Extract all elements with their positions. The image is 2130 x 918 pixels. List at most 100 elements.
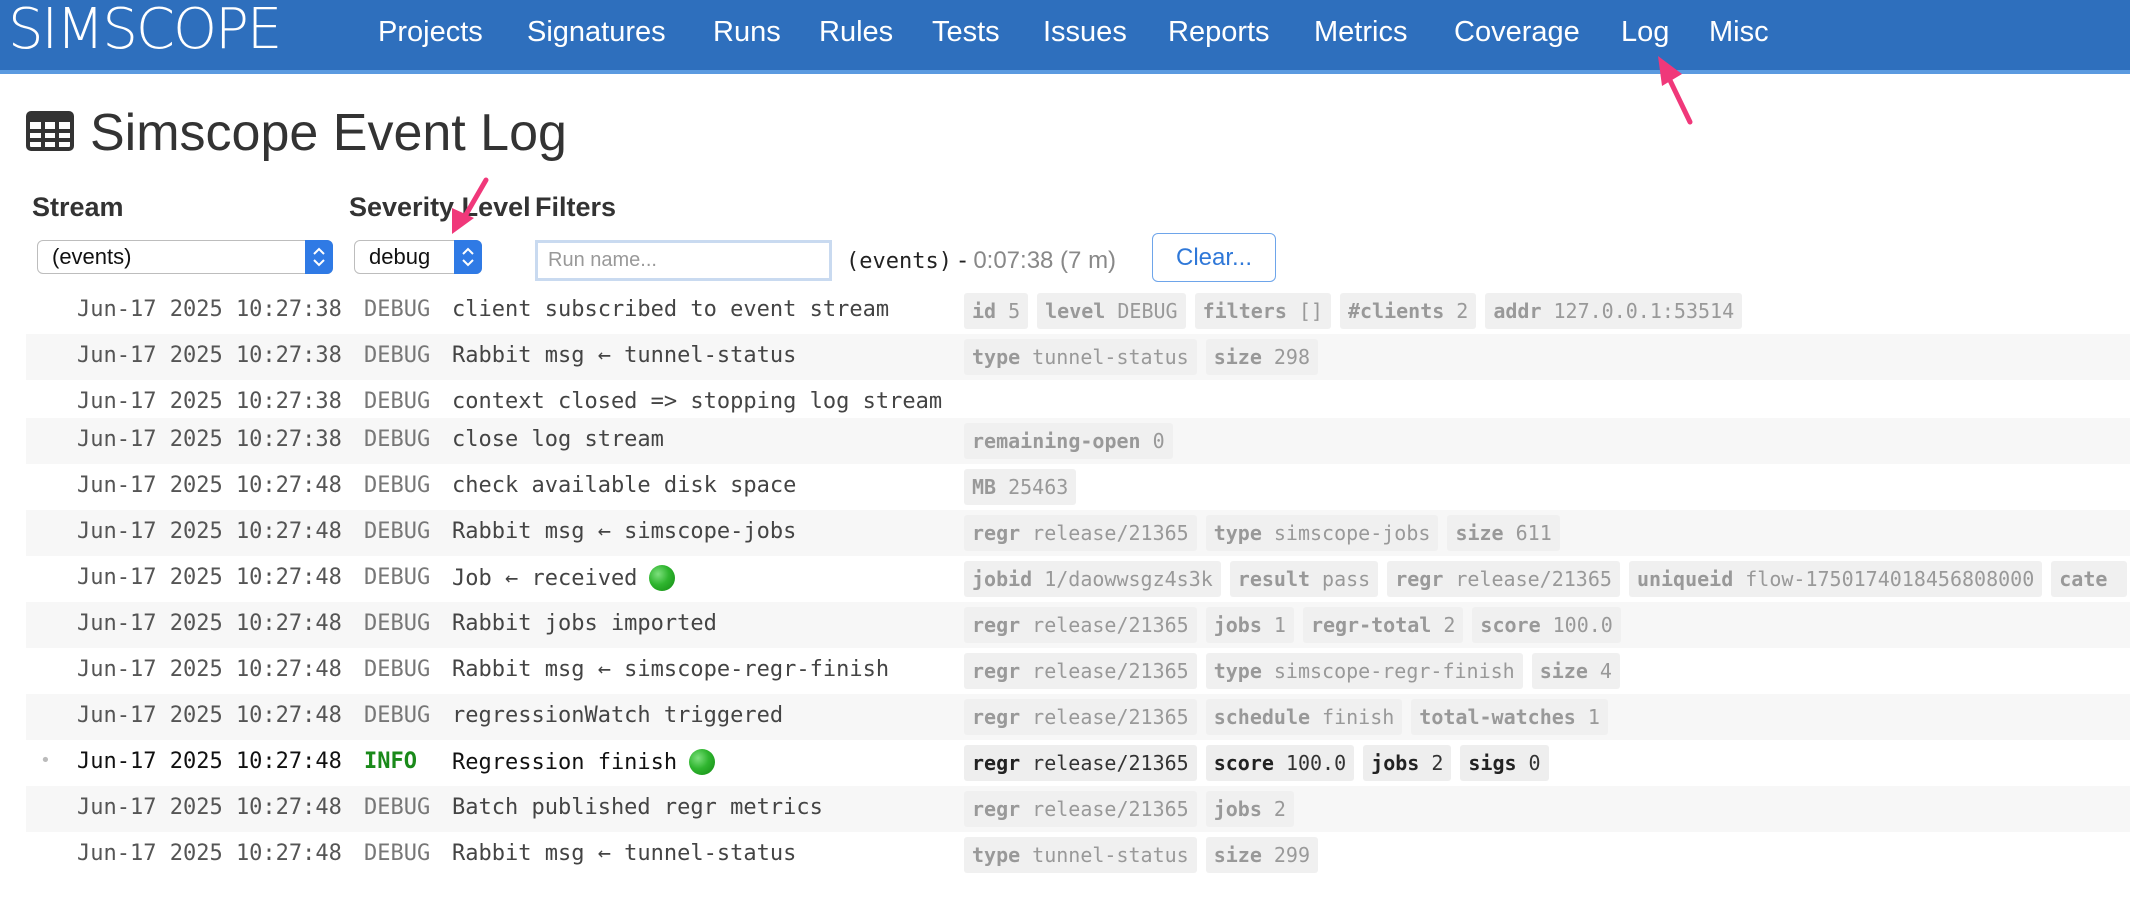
tag-value: 2 bbox=[1443, 613, 1456, 637]
log-message-text: Rabbit msg ← tunnel-status bbox=[452, 343, 797, 368]
log-row: Jun-17 2025 10:27:48 DEBUG regressionWatch… bbox=[26, 694, 2130, 740]
log-level: DEBUG bbox=[364, 473, 431, 498]
log-tag: regr release/21365 bbox=[964, 745, 1197, 781]
tag-value: simscope-regr-finish bbox=[1273, 659, 1515, 683]
nav-item-reports[interactable]: Reports bbox=[1168, 12, 1270, 52]
stream-select-value: (events) bbox=[52, 244, 132, 269]
tag-value: release/21365 bbox=[1032, 751, 1189, 775]
log-tags: regr release/21365 type simscope-regr-finis… bbox=[964, 653, 1629, 689]
tag-key: type bbox=[1213, 659, 1262, 683]
nav-item-signatures[interactable]: Signatures bbox=[527, 12, 666, 52]
log-tag: regr release/21365 bbox=[964, 699, 1197, 735]
log-message: Rabbit msg ← simscope-regr-finish bbox=[452, 657, 889, 682]
log-tags: remaining-open 0 bbox=[964, 423, 1182, 459]
nav-item-projects[interactable]: Projects bbox=[378, 12, 483, 52]
log-level: DEBUG bbox=[364, 565, 431, 590]
nav-item-runs[interactable]: Runs bbox=[713, 12, 781, 52]
log-message-text: client subscribed to event stream bbox=[452, 297, 890, 322]
log-message: Regression finish bbox=[452, 749, 716, 775]
tag-key: cate bbox=[2059, 567, 2108, 591]
clear-button[interactable]: Clear... bbox=[1152, 233, 1276, 282]
tag-key: size bbox=[1213, 843, 1262, 867]
log-tag: type simscope-regr-finish bbox=[1205, 653, 1523, 689]
nav-item-metrics[interactable]: Metrics bbox=[1314, 12, 1407, 52]
log-level: DEBUG bbox=[364, 389, 431, 414]
log-level: DEBUG bbox=[364, 841, 431, 866]
tag-value: flow-1750174018456808000 bbox=[1745, 567, 2035, 591]
tag-value: 100.0 bbox=[1285, 751, 1347, 775]
log-tags: regr release/21365 jobs 2 bbox=[964, 791, 1303, 827]
log-tags: id 5 level DEBUG filters [] #clients 2 addr 127.0… bbox=[964, 293, 1751, 329]
nav-item-rules[interactable]: Rules bbox=[819, 12, 893, 52]
stream-label: Stream bbox=[32, 192, 124, 222]
tag-value: release/21365 bbox=[1032, 521, 1189, 545]
log-timestamp: Jun-17 2025 10:27:48 bbox=[77, 795, 342, 820]
log-message: context closed => stopping log stream bbox=[452, 389, 942, 414]
log-message: Rabbit msg ← simscope-jobs bbox=[452, 519, 796, 544]
log-timestamp: Jun-17 2025 10:27:48 bbox=[77, 565, 342, 590]
log-row: Jun-17 2025 10:27:48 DEBUG check available… bbox=[26, 464, 2130, 510]
log-timestamp: Jun-17 2025 10:27:48 bbox=[77, 703, 342, 728]
log-tag: cate bbox=[2051, 561, 2128, 597]
log-level: DEBUG bbox=[364, 703, 431, 728]
tag-value: simscope-jobs bbox=[1273, 521, 1431, 545]
log-row: Jun-17 2025 10:27:48 DEBUG Batch published… bbox=[26, 786, 2130, 832]
stream-select[interactable]: (events) bbox=[37, 240, 333, 274]
log-timestamp: Jun-17 2025 10:27:48 bbox=[77, 611, 342, 636]
log-timestamp: Jun-17 2025 10:27:48 bbox=[77, 473, 342, 498]
log-message-text: regressionWatch triggered bbox=[452, 703, 784, 728]
tag-key: total-watches bbox=[1419, 705, 1576, 729]
tag-value: tunnel-status bbox=[1032, 345, 1189, 369]
select-chevrons-icon bbox=[305, 240, 333, 274]
log-tag: #clients 2 bbox=[1339, 293, 1477, 329]
log-timestamp: Jun-17 2025 10:27:38 bbox=[77, 427, 342, 452]
nav-item-log[interactable]: Log bbox=[1621, 12, 1669, 52]
tag-value: pass bbox=[1322, 567, 1371, 591]
run-name-input[interactable] bbox=[535, 240, 832, 281]
nav-item-misc[interactable]: Misc bbox=[1709, 12, 1769, 52]
log-tag: regr release/21365 bbox=[964, 653, 1197, 689]
page-title: Simscope Event Log bbox=[26, 98, 567, 168]
log-tag: sigs 0 bbox=[1460, 745, 1549, 781]
row-bullet: • bbox=[40, 750, 51, 771]
status-separator: - bbox=[958, 247, 967, 274]
severity-select-value: debug bbox=[369, 244, 431, 269]
log-tag: jobid 1/daowwsgz4s3k bbox=[964, 561, 1221, 597]
log-row: Jun-17 2025 10:27:38 DEBUG close log strea… bbox=[26, 418, 2130, 464]
log-tag: regr release/21365 bbox=[964, 791, 1197, 827]
tag-key: jobs bbox=[1213, 797, 1262, 821]
log-tag: score 100.0 bbox=[1205, 745, 1355, 781]
tag-value: 1/daowwsgz4s3k bbox=[1044, 567, 1213, 591]
tag-value: 611 bbox=[1515, 521, 1552, 545]
log-tags: jobid 1/daowwsgz4s3k result pass regr release… bbox=[964, 561, 2130, 597]
nav-item-tests[interactable]: Tests bbox=[932, 12, 1000, 52]
nav-item-issues[interactable]: Issues bbox=[1043, 12, 1127, 52]
tag-value: finish bbox=[1322, 705, 1395, 729]
table-icon bbox=[26, 110, 74, 156]
log-tag: type simscope-jobs bbox=[1205, 515, 1439, 551]
severity-select[interactable]: debug bbox=[354, 240, 482, 274]
tag-key: regr bbox=[972, 705, 1021, 729]
log-message-text: check available disk space bbox=[452, 473, 797, 498]
tag-value: 4 bbox=[1599, 659, 1612, 683]
log-level: DEBUG bbox=[364, 795, 431, 820]
status-duration: 0:07:38 (7 m) bbox=[973, 247, 1117, 274]
log-row: Jun-17 2025 10:27:48 DEBUG Rabbit jobs imp… bbox=[26, 602, 2130, 648]
log-tags: regr release/21365 jobs 1 regr-total 2 score 10… bbox=[964, 607, 1630, 643]
log-tag: schedule finish bbox=[1205, 699, 1403, 735]
log-level: INFO bbox=[364, 749, 417, 774]
tag-value: release/21365 bbox=[1455, 567, 1612, 591]
tag-key: type bbox=[1213, 521, 1262, 545]
log-level: DEBUG bbox=[364, 297, 431, 322]
filters-label: Filters bbox=[535, 192, 617, 222]
log-tag: id 5 bbox=[964, 293, 1029, 329]
log-tag: remaining-open 0 bbox=[964, 423, 1173, 459]
nav-item-coverage[interactable]: Coverage bbox=[1454, 12, 1580, 52]
log-row: • Jun-17 2025 10:27:48 INFO Regression fini… bbox=[26, 740, 2130, 786]
brand-logo[interactable]: SIMSCOPE bbox=[8, 0, 282, 62]
green-circle-icon bbox=[649, 565, 676, 591]
tag-key: regr bbox=[972, 613, 1021, 637]
log-tag: total-watches 1 bbox=[1411, 699, 1608, 735]
tag-value: 0 bbox=[1528, 751, 1541, 775]
log-tag: jobs 2 bbox=[1363, 745, 1452, 781]
